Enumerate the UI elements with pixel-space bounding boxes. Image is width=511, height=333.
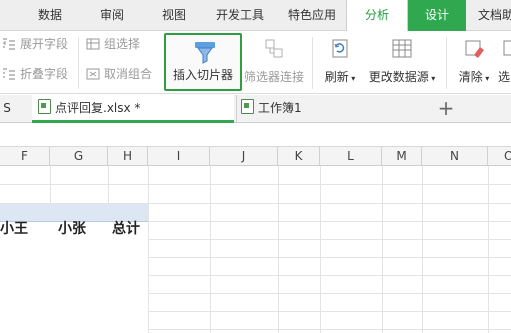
insert-slicer-button[interactable]: 插入切片器 bbox=[164, 33, 242, 91]
collapse-field-icon bbox=[2, 68, 16, 80]
clear-label: 清除 ▾ bbox=[458, 70, 490, 84]
filter-connections-button[interactable]: 筛选器连接 bbox=[242, 31, 306, 93]
expand-field-button[interactable]: 展开字段 bbox=[2, 36, 68, 52]
grid-line bbox=[148, 239, 511, 240]
grid-line bbox=[148, 311, 511, 312]
grid-line bbox=[148, 329, 511, 330]
refresh-button[interactable]: 刷新 ▾ bbox=[318, 31, 362, 93]
clear-button[interactable]: 清除 ▾ bbox=[452, 31, 496, 93]
ungroup-label: 取消组合 bbox=[104, 67, 153, 81]
cell-xiaozhang[interactable]: 小张 bbox=[58, 218, 86, 240]
data-source-icon bbox=[390, 37, 414, 61]
column-header[interactable]: H bbox=[108, 147, 148, 166]
spreadsheet-file-icon bbox=[241, 99, 254, 114]
grid-line bbox=[148, 275, 511, 276]
filter-connection-icon bbox=[262, 37, 286, 61]
grid-line bbox=[210, 166, 211, 333]
column-header[interactable]: K bbox=[278, 147, 320, 166]
tab-developer[interactable]: 开发工具 bbox=[206, 0, 274, 31]
tab-review[interactable]: 审阅 bbox=[84, 0, 140, 31]
select-button[interactable]: 选 bbox=[498, 31, 511, 93]
change-data-source-button[interactable]: 更改数据源 ▾ bbox=[364, 31, 440, 93]
ribbon-separator bbox=[446, 37, 447, 89]
cell-xiaowang[interactable]: 小王 bbox=[0, 218, 28, 240]
column-header[interactable]: N bbox=[422, 147, 488, 166]
menu-bar: 数据 审阅 视图 开发工具 特色应用 分析 设计 文档助 bbox=[0, 0, 511, 32]
refresh-label: 刷新 ▾ bbox=[324, 70, 356, 84]
column-header[interactable]: O bbox=[488, 147, 511, 166]
select-icon bbox=[502, 37, 511, 61]
tab-doc-assistant[interactable]: 文档助 bbox=[470, 0, 511, 31]
grid-line bbox=[320, 166, 321, 333]
column-header[interactable]: L bbox=[320, 147, 382, 166]
doc-tab-workbook[interactable]: 工作簿1 bbox=[236, 95, 426, 123]
group-icon bbox=[86, 38, 100, 50]
tab-special-apps[interactable]: 特色应用 bbox=[278, 0, 346, 31]
insert-slicer-label: 插入切片器 bbox=[172, 68, 233, 82]
tab-data[interactable]: 数据 bbox=[22, 0, 78, 31]
ribbon-analyze: 展开字段 折叠字段 组选择 取消组合 插入切片器 筛选器连接 刷新 ▾ 更改数据… bbox=[0, 31, 511, 94]
spreadsheet-file-icon bbox=[38, 99, 51, 114]
column-header[interactable]: F bbox=[0, 147, 50, 166]
doc-tab-label: 点评回复.xlsx * bbox=[55, 101, 141, 115]
new-tab-button[interactable]: + bbox=[436, 95, 456, 123]
formula-area bbox=[0, 124, 511, 146]
expand-field-icon bbox=[2, 38, 16, 50]
grid-line bbox=[278, 166, 279, 333]
column-header[interactable]: J bbox=[210, 147, 278, 166]
expand-field-label: 展开字段 bbox=[20, 37, 69, 51]
document-tabs: S 点评回复.xlsx * 工作簿1 + bbox=[0, 95, 511, 123]
sheet-grid[interactable]: 小王 小张 总计 bbox=[0, 166, 511, 333]
grid-line bbox=[148, 166, 149, 333]
tab-design[interactable]: 设计 bbox=[408, 0, 466, 31]
grid-line bbox=[148, 221, 511, 222]
grid-line bbox=[382, 166, 383, 333]
group-select-label: 组选择 bbox=[104, 37, 141, 51]
ribbon-separator bbox=[78, 37, 79, 89]
change-data-source-label: 更改数据源 ▾ bbox=[368, 70, 436, 84]
slicer-icon bbox=[192, 39, 218, 65]
ribbon-separator bbox=[312, 37, 313, 89]
grid-line bbox=[488, 166, 489, 333]
column-header[interactable]: G bbox=[50, 147, 108, 166]
grid-line bbox=[0, 203, 511, 204]
collapse-field-label: 折叠字段 bbox=[20, 67, 69, 81]
tab-view[interactable]: 视图 bbox=[146, 0, 202, 31]
cell-total[interactable]: 总计 bbox=[112, 218, 140, 240]
grid-line bbox=[422, 166, 423, 333]
column-headers: F G H I J K L M N O bbox=[0, 146, 511, 166]
collapse-field-button[interactable]: 折叠字段 bbox=[2, 66, 68, 82]
group-select-button[interactable]: 组选择 bbox=[86, 36, 140, 52]
tab-analyze[interactable]: 分析 bbox=[346, 0, 408, 32]
eraser-icon bbox=[462, 37, 486, 61]
ungroup-button[interactable]: 取消组合 bbox=[86, 66, 152, 82]
grid-line bbox=[0, 184, 511, 185]
tab-partial-left[interactable]: S bbox=[0, 95, 14, 123]
doc-tab-label: 工作簿1 bbox=[258, 101, 302, 115]
grid-line bbox=[148, 293, 511, 294]
filter-connections-label: 筛选器连接 bbox=[243, 70, 304, 84]
doc-tab-active-file[interactable]: 点评回复.xlsx * bbox=[32, 95, 234, 123]
grid-line bbox=[148, 257, 511, 258]
ungroup-icon bbox=[86, 68, 100, 80]
column-header[interactable]: M bbox=[382, 147, 422, 166]
select-label: 选 bbox=[498, 70, 511, 84]
refresh-icon bbox=[328, 37, 352, 61]
column-header[interactable]: I bbox=[148, 147, 210, 166]
